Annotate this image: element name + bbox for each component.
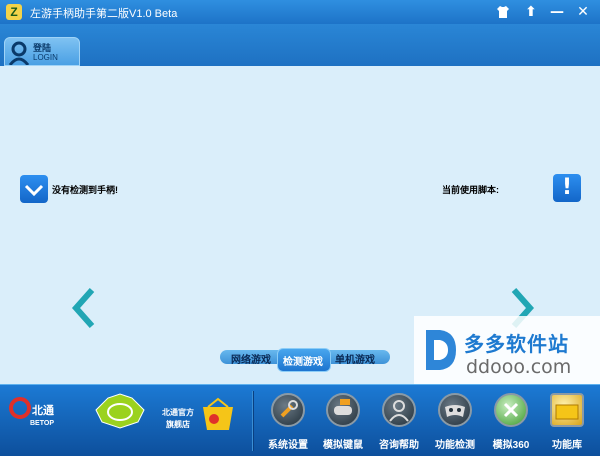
help-user-icon xyxy=(382,393,416,427)
game-logo[interactable] xyxy=(88,390,152,432)
controller-status-text: 没有检测到手柄! xyxy=(52,185,118,195)
official-store-label[interactable]: 北通官方 旗舰店 xyxy=(158,407,198,431)
betop-logo[interactable]: 北通 BETOP xyxy=(8,394,66,430)
current-script-label: 当前使用脚本: xyxy=(442,185,499,195)
betop-cn-text: 北通 xyxy=(32,403,54,417)
login-tab[interactable]: 登陆 LOGIN xyxy=(4,37,80,66)
betop-en-text: BETOP xyxy=(30,420,54,427)
top-tab-bar: 登陆 LOGIN xyxy=(0,24,600,66)
function-library-label: 功能库 xyxy=(552,440,582,451)
title-bar: Z 左游手柄助手第二版V1.0 Beta ⬆ — ✕ xyxy=(0,0,600,24)
tab-online-games[interactable]: 网络游戏 xyxy=(231,351,271,366)
simulate-360-label: 模拟360 xyxy=(492,440,530,451)
login-label-en: LOGIN xyxy=(33,53,58,62)
bottom-toolbar: 北通 BETOP 北通官方 旗舰店 系统设置 模拟键鼠 咨询帮助 功能检测 模拟… xyxy=(0,384,600,456)
checkmark-icon xyxy=(20,175,48,203)
tab-detect-games[interactable]: 检测游戏 xyxy=(277,348,331,372)
tab-detect-games-label: 检测游戏 xyxy=(283,357,323,368)
function-test-label: 功能检测 xyxy=(435,440,475,451)
simulate-360-button[interactable]: 模拟360 xyxy=(482,393,540,455)
user-icon xyxy=(8,41,30,65)
consult-help-label: 咨询帮助 xyxy=(379,440,419,451)
folder-icon xyxy=(550,393,584,427)
system-settings-label: 系统设置 xyxy=(268,440,308,451)
watermark-logo-icon xyxy=(426,330,456,370)
alert-icon[interactable]: ! xyxy=(553,174,581,202)
shopping-basket-icon[interactable] xyxy=(200,397,236,433)
gamepad-keyboard-icon xyxy=(326,393,360,427)
watermark-cn-text: 多多软件站 xyxy=(464,332,569,356)
tab-single-player-games[interactable]: 单机游戏 xyxy=(335,351,375,366)
close-button[interactable]: ✕ xyxy=(570,2,596,22)
watermark: 多多软件站 ddooo.com xyxy=(414,316,600,384)
store-line-1: 北通官方 xyxy=(162,408,194,417)
function-test-button[interactable]: 功能检测 xyxy=(426,393,484,455)
pin-top-icon[interactable]: ⬆ xyxy=(518,2,544,22)
consult-help-button[interactable]: 咨询帮助 xyxy=(370,393,428,455)
simulate-keymouse-button[interactable]: 模拟键鼠 xyxy=(314,393,372,455)
system-settings-button[interactable]: 系统设置 xyxy=(259,393,317,455)
toolbar-divider xyxy=(252,391,254,451)
gamepad-icon xyxy=(438,393,472,427)
skin-shirt-icon[interactable] xyxy=(490,2,516,22)
simulate-keymouse-label: 模拟键鼠 xyxy=(323,440,363,451)
xbox-icon xyxy=(494,393,528,427)
watermark-en-text: ddooo.com xyxy=(466,356,572,378)
function-library-button[interactable]: 功能库 xyxy=(538,393,596,455)
prev-arrow-icon[interactable] xyxy=(70,286,98,330)
window-title: 左游手柄助手第二版V1.0 Beta xyxy=(30,8,178,20)
minimize-button[interactable]: — xyxy=(544,2,570,22)
app-logo-icon: Z xyxy=(6,4,22,20)
store-line-2: 旗舰店 xyxy=(166,420,190,429)
wrench-icon xyxy=(271,393,305,427)
